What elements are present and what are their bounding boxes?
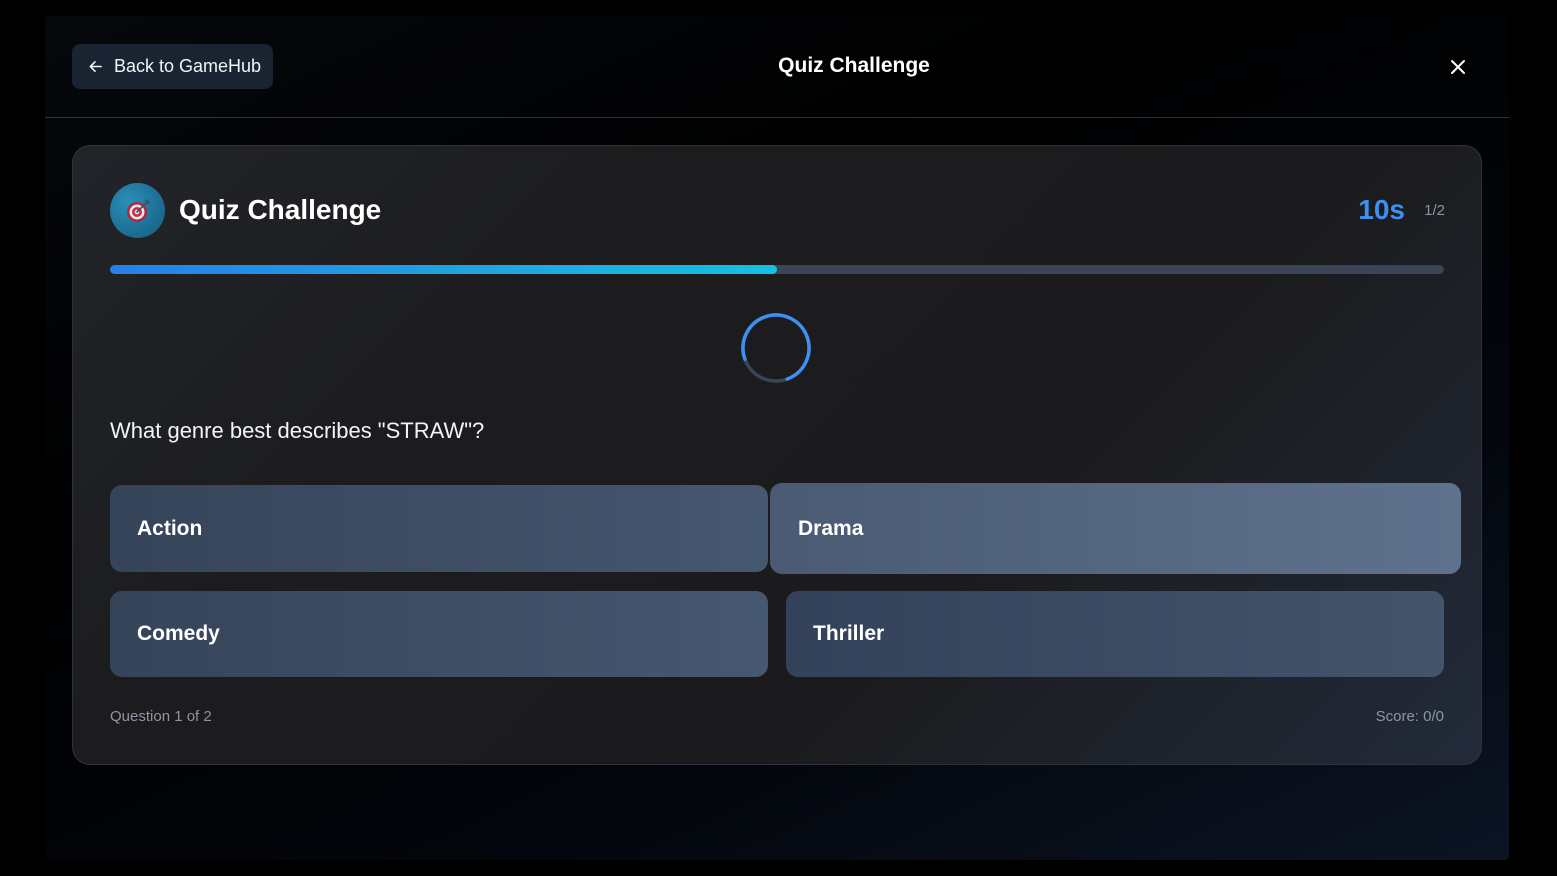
quiz-title: Quiz Challenge bbox=[179, 194, 382, 225]
close-icon bbox=[1450, 59, 1466, 75]
answer-label: Drama bbox=[798, 516, 864, 540]
answer-button-thriller[interactable]: Thriller bbox=[786, 591, 1444, 677]
modal-title: Quiz Challenge bbox=[778, 54, 930, 77]
timer-display: 10s bbox=[1358, 194, 1405, 225]
answer-label: Action bbox=[137, 516, 203, 540]
game-modal: Back to GameHub Quiz Challenge Quiz Chal… bbox=[45, 16, 1509, 860]
answer-label: Thriller bbox=[813, 622, 885, 645]
quiz-card: Quiz Challenge 10s 1/2 What genre best d… bbox=[72, 145, 1482, 765]
question-text: What genre best describes "STRAW"? bbox=[110, 418, 485, 443]
answer-button-comedy[interactable]: Comedy bbox=[110, 591, 768, 677]
quiz-avatar bbox=[110, 183, 165, 238]
loading-spinner-icon bbox=[741, 313, 811, 388]
question-counter: 1/2 bbox=[1424, 202, 1445, 219]
answer-button-action[interactable]: Action bbox=[110, 485, 768, 572]
answer-label: Comedy bbox=[137, 622, 220, 645]
score-text: Score: 0/0 bbox=[1375, 708, 1444, 725]
target-icon bbox=[125, 198, 151, 224]
timer-progress-bar bbox=[110, 265, 1444, 274]
answer-button-drama[interactable]: Drama bbox=[770, 483, 1461, 574]
modal-header: Back to GameHub Quiz Challenge bbox=[45, 16, 1509, 118]
timer-progress-fill bbox=[110, 265, 777, 274]
close-button[interactable] bbox=[1447, 56, 1469, 78]
question-progress-text: Question 1 of 2 bbox=[110, 708, 212, 725]
